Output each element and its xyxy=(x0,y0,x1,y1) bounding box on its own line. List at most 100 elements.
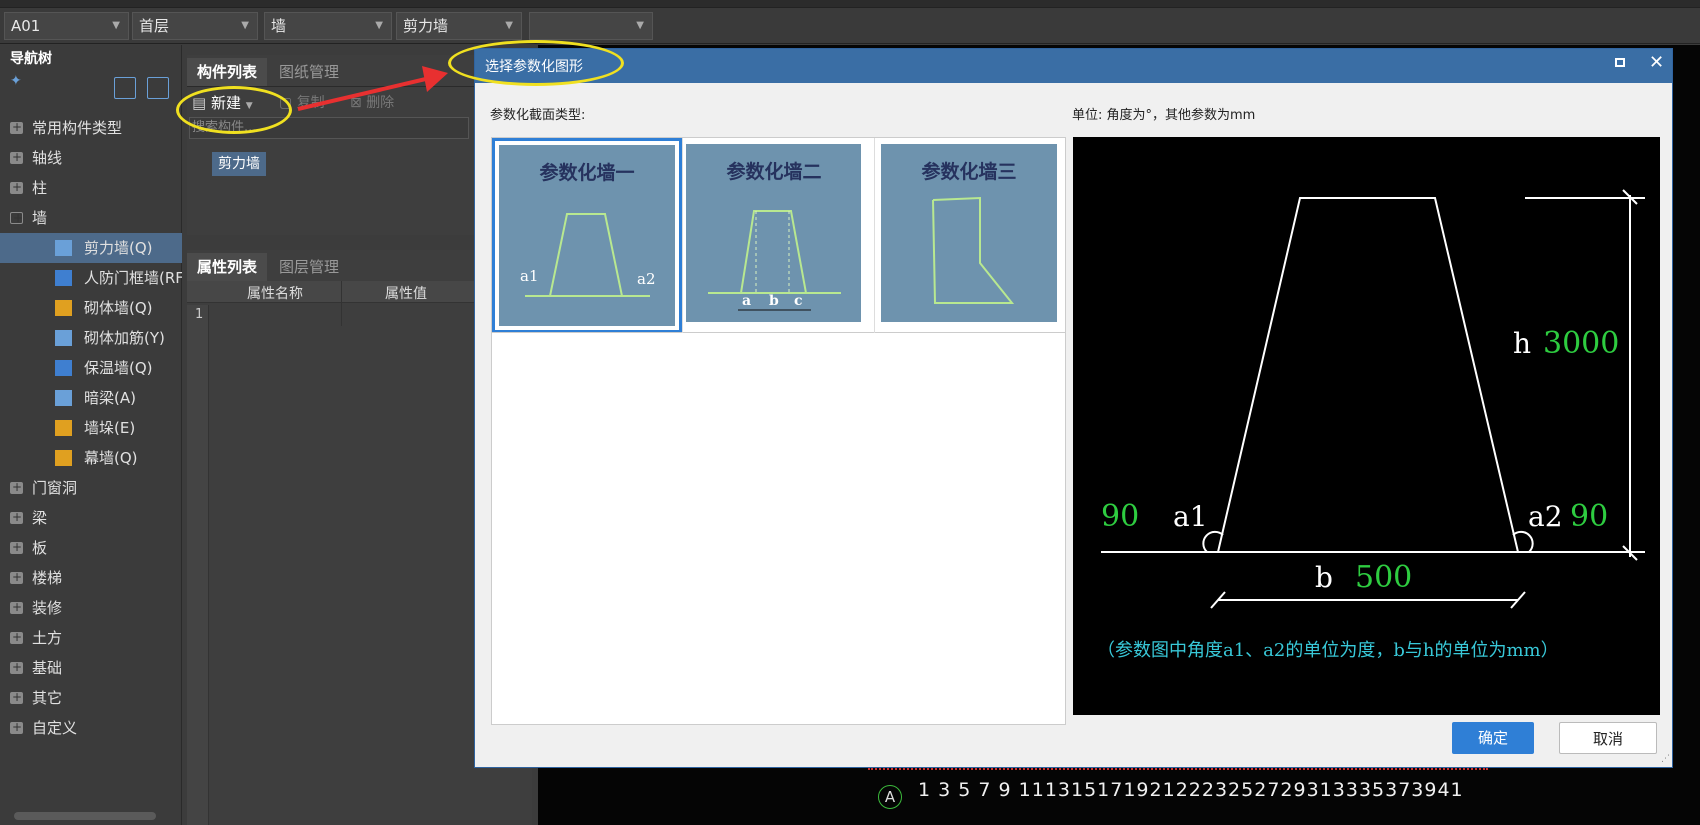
row-index: 1 xyxy=(195,307,204,322)
nav-tree-list: 常用构件类型轴线柱墙剪力墙(Q) 人防门框墙(RF 砌体墙(Q) 砌体加筋(Y) 保温墙… xyxy=(0,113,182,825)
nav-wall-item[interactable]: 暗梁(A) xyxy=(0,383,182,413)
category-combo[interactable]: 墙 ▼ xyxy=(264,12,392,40)
tab-property-list[interactable]: 属性列表 xyxy=(187,253,268,281)
nav-wall-item-label: 剪力墙(Q) xyxy=(84,239,153,257)
nav-category-label: 墙 xyxy=(32,209,48,227)
wall-3-thumbnail: 参数化墙三 xyxy=(881,144,1057,322)
arrow-head xyxy=(422,66,448,92)
drawing-combo-value: A01 xyxy=(11,17,41,35)
nav-wall-item[interactable]: 人防门框墙(RF xyxy=(0,263,182,293)
col-property-name: 属性名称 xyxy=(247,286,303,302)
shape-option-wall-2[interactable]: 参数化墙二 a b c xyxy=(686,138,876,333)
thumb-b-label: b xyxy=(769,293,779,309)
nav-category-label: 土方 xyxy=(32,629,63,647)
type-combo[interactable]: 剪力墙 ▼ xyxy=(396,12,522,40)
chevron-down-icon: ▼ xyxy=(112,20,120,31)
hidden-beam-icon xyxy=(55,390,72,406)
thumb-a-label: a xyxy=(742,293,751,309)
nav-category[interactable]: 土方 xyxy=(0,623,182,653)
expand-icon[interactable] xyxy=(10,593,23,622)
nav-category-label: 装修 xyxy=(32,599,63,617)
nav-category[interactable]: 基础 xyxy=(0,653,182,683)
expand-icon[interactable] xyxy=(10,563,23,592)
wall-pier-icon xyxy=(55,420,72,436)
nav-wall-item[interactable]: 保温墙(Q) xyxy=(0,353,182,383)
nav-scrollbar[interactable] xyxy=(14,812,156,820)
wall-2-thumbnail: 参数化墙二 a b c xyxy=(686,144,861,322)
nav-tree-title: 导航树 xyxy=(10,51,52,67)
expand-icon[interactable] xyxy=(10,683,23,712)
expand-icon[interactable] xyxy=(10,473,23,502)
expand-icon[interactable] xyxy=(10,623,23,652)
tab-layer-manage[interactable]: 图层管理 xyxy=(269,253,349,281)
insulation-wall-icon xyxy=(55,360,72,376)
chevron-down-icon: ▼ xyxy=(636,20,644,31)
ok-button[interactable]: 确定 xyxy=(1452,722,1534,754)
expand-icon[interactable] xyxy=(10,113,23,142)
nav-wall-item[interactable]: 砌体墙(Q) xyxy=(0,293,182,323)
a1-label: a1 xyxy=(1173,500,1208,533)
expand-icon[interactable] xyxy=(10,143,23,172)
component-item-shear-wall[interactable]: 剪力墙 xyxy=(212,152,266,176)
nav-category[interactable]: 装修 xyxy=(0,593,182,623)
resize-grip-icon[interactable]: ⋰ xyxy=(1661,754,1670,764)
nav-category[interactable]: 柱 xyxy=(0,173,182,203)
expand-icon[interactable] xyxy=(10,713,23,742)
chevron-down-icon: ▼ xyxy=(241,20,249,31)
component-combo[interactable]: ▼ xyxy=(529,12,653,40)
nav-wall-item-label: 人防门框墙(RF xyxy=(84,269,182,287)
nav-wall-item[interactable]: 剪力墙(Q) xyxy=(0,233,182,263)
axis-line xyxy=(868,768,1488,776)
shape-list: 参数化墙一 a1 a2 参数化墙二 a b c 参数化墙三 xyxy=(491,137,1066,725)
nav-category[interactable]: 自定义 xyxy=(0,713,182,743)
nav-category[interactable]: 板 xyxy=(0,533,182,563)
dialog-title-bar: 选择参数化图形 ✕ xyxy=(475,49,1672,83)
nav-wall-item[interactable]: 幕墙(Q) xyxy=(0,443,182,473)
nav-wall-item[interactable]: 砌体加筋(Y) xyxy=(0,323,182,353)
maximize-icon[interactable] xyxy=(1615,58,1625,67)
nav-category[interactable]: 其它 xyxy=(0,683,182,713)
thumb-a2-label: a2 xyxy=(637,270,656,288)
shape-option-wall-1[interactable]: 参数化墙一 a1 a2 xyxy=(492,138,682,333)
expand-icon[interactable] xyxy=(10,503,23,532)
tab-component-list[interactable]: 构件列表 xyxy=(187,58,268,86)
expand-icon[interactable] xyxy=(10,533,23,562)
curtain-wall-icon xyxy=(55,450,72,466)
nav-category[interactable]: 常用构件类型 xyxy=(0,113,182,143)
nav-category-label: 板 xyxy=(32,539,48,557)
nav-category[interactable]: 楼梯 xyxy=(0,563,182,593)
nav-category[interactable]: 轴线 xyxy=(0,143,182,173)
expand-icon[interactable] xyxy=(10,173,23,202)
divider xyxy=(492,332,1065,333)
expand-icon[interactable] xyxy=(10,653,23,682)
preview-note: （参数图中角度a1、a2的单位为度，b与h的单位为mm） xyxy=(1097,640,1559,661)
close-icon[interactable]: ✕ xyxy=(1649,52,1664,73)
wall-1-thumbnail: 参数化墙一 a1 a2 xyxy=(499,145,675,326)
divider xyxy=(341,281,342,326)
trapezoid-shape xyxy=(1217,197,1519,553)
drawing-combo[interactable]: A01 ▼ xyxy=(4,12,129,40)
row-index-column: 1 xyxy=(187,305,209,825)
top-menu-strip xyxy=(0,0,1700,8)
pin-icon[interactable]: ✦ xyxy=(10,73,22,89)
nav-tree-panel: 导航树 ✦ 常用构件类型轴线柱墙剪力墙(Q) 人防门框墙(RF 砌体墙(Q) 砌体加筋… xyxy=(0,45,182,825)
divider xyxy=(874,138,875,333)
floor-combo[interactable]: 首层 ▼ xyxy=(132,12,258,40)
floor-toolbar: A01 ▼ 首层 ▼ 墙 ▼ 剪力墙 ▼ ▼ xyxy=(0,8,1700,44)
nav-wall-item-label: 墙垛(E) xyxy=(84,419,136,437)
list-view-icon[interactable] xyxy=(114,77,136,99)
nav-category-label: 柱 xyxy=(32,179,48,197)
grid-view-icon[interactable] xyxy=(147,77,169,99)
thumb-c-label: c xyxy=(794,293,803,309)
collapse-icon[interactable] xyxy=(10,203,23,233)
col-property-value: 属性值 xyxy=(385,286,427,302)
axis-label-circle: A xyxy=(878,785,902,809)
shape-option-wall-3[interactable]: 参数化墙三 xyxy=(877,138,1067,333)
nav-category[interactable]: 墙 xyxy=(0,203,182,233)
cancel-button[interactable]: 取消 xyxy=(1559,722,1657,754)
nav-category[interactable]: 梁 xyxy=(0,503,182,533)
nav-category[interactable]: 门窗洞 xyxy=(0,473,182,503)
thumb-a1-label: a1 xyxy=(520,267,539,285)
masonry-rebar-icon xyxy=(55,330,72,346)
nav-wall-item[interactable]: 墙垛(E) xyxy=(0,413,182,443)
